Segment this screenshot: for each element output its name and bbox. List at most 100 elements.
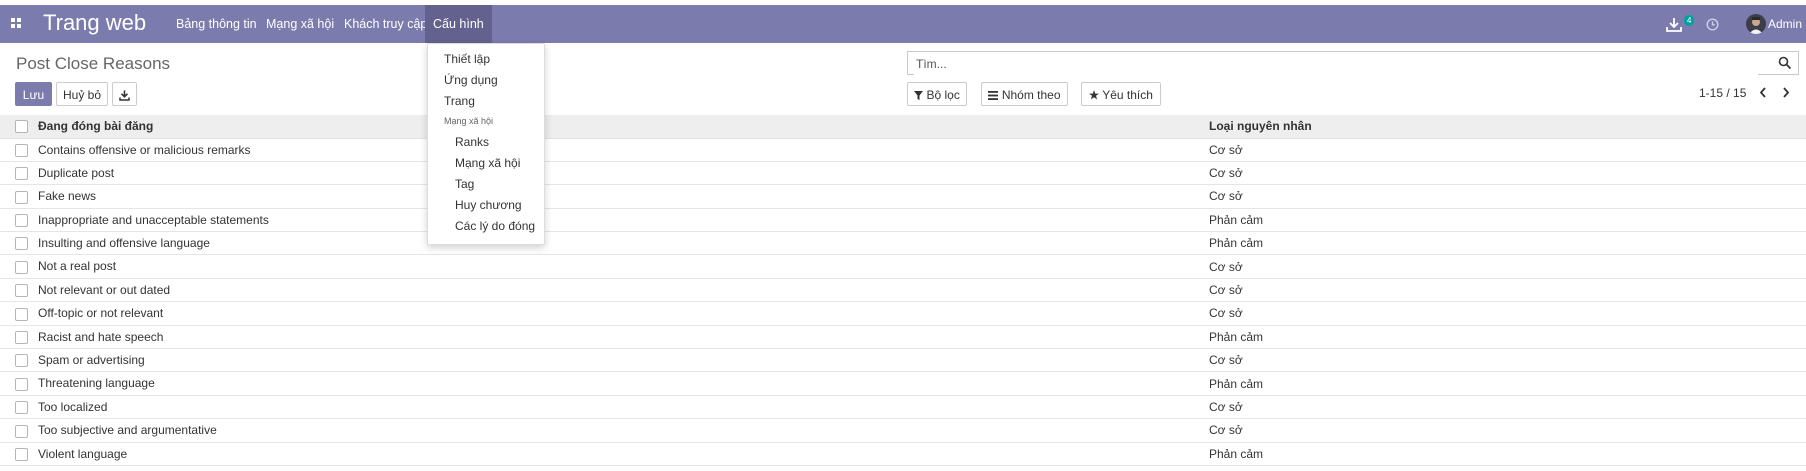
row-checkbox[interactable] [15,330,28,344]
search-input[interactable] [914,53,1758,75]
row-checkbox[interactable] [15,214,28,228]
menu-item-ranks[interactable]: Ranks [455,135,489,149]
activity-clock-icon[interactable] [1706,18,1719,31]
row-reason-type: Cơ sở [1209,189,1243,204]
row-reason-type: Cơ sở [1209,353,1243,368]
cell-name[interactable]: Fake news [0,184,1203,209]
cell-reason-type[interactable]: Cơ sở [1203,184,1806,209]
row-checkbox[interactable] [15,260,28,274]
row-checkbox[interactable] [15,143,28,157]
search-icon[interactable] [1778,56,1792,70]
discard-button[interactable]: Huỷ bỏ [56,82,108,106]
menu-social[interactable]: Mạng xã hội [258,5,342,43]
menu-item-close-reasons[interactable]: Các lý do đóng [455,219,535,233]
table-row[interactable]: Contains offensive or malicious remarks C… [0,138,1806,162]
menu-item-pages[interactable]: Trang [444,94,475,108]
table-row[interactable]: Off-topic or not relevant Cơ sở [0,301,1806,326]
cell-reason-type[interactable]: Phản cảm [1203,442,1806,466]
cell-name[interactable]: Contains offensive or malicious remarks [0,138,1203,162]
cell-reason-type[interactable]: Cơ sở [1203,278,1806,303]
table-row[interactable]: Too subjective and argumentative Cơ sở [0,418,1806,443]
cell-name[interactable]: Not relevant or out dated [0,278,1203,303]
menu-configuration[interactable]: Cấu hình [425,5,492,43]
table-row[interactable]: Not relevant or out dated Cơ sở [0,278,1806,303]
cell-name[interactable]: Racist and hate speech [0,325,1203,350]
cell-name[interactable]: Violent language [0,442,1203,466]
apps-grid-icon[interactable] [11,18,22,29]
table-row[interactable]: Violent language Phản cảm [0,442,1806,466]
row-checkbox[interactable] [15,377,28,391]
previous-page-icon[interactable] [1759,87,1767,98]
cell-name[interactable]: Off-topic or not relevant [0,301,1203,326]
cell-reason-type[interactable]: Cơ sở [1203,254,1806,279]
download-count-badge: 4 [1684,15,1695,26]
save-button[interactable]: Lưu [15,82,52,106]
table-row[interactable]: Not a real post Cơ sở [0,254,1806,279]
column-header-reason-type[interactable]: Loại nguyên nhân [1203,115,1806,139]
menu-item-tags[interactable]: Tag [455,177,474,191]
cell-name[interactable]: Inappropriate and unacceptable statement… [0,208,1203,233]
download-icon [119,90,130,102]
cell-reason-type[interactable]: Phản cảm [1203,325,1806,350]
user-name[interactable]: Admin [1768,17,1802,31]
row-checkbox[interactable] [15,190,28,204]
pager-value[interactable]: 1-15 / 15 [1699,86,1746,100]
search-box[interactable] [907,51,1799,75]
group-by-label: Nhóm theo [1001,88,1061,102]
table-row[interactable]: Inappropriate and unacceptable statement… [0,208,1806,233]
configuration-dropdown: Thiết lập Ứng dụng Trang Mạng xã hội Ran… [427,43,545,245]
menu-item-social[interactable]: Mạng xã hội [455,156,520,170]
cell-reason-type[interactable]: Cơ sở [1203,395,1806,420]
cell-name[interactable]: Insulting and offensive language [0,231,1203,256]
row-checkbox[interactable] [15,167,28,181]
cell-name[interactable]: Too subjective and argumentative [0,418,1203,443]
select-all-checkbox[interactable] [15,120,28,134]
row-checkbox[interactable] [15,401,28,415]
row-reason-type: Cơ sở [1209,306,1243,321]
cell-name[interactable]: Duplicate post [0,161,1203,186]
export-button[interactable] [112,82,137,106]
menu-item-settings[interactable]: Thiết lập [444,52,490,66]
cell-name[interactable]: Spam or advertising [0,348,1203,373]
row-name: Fake news [38,189,97,204]
cell-reason-type[interactable]: Cơ sở [1203,161,1806,186]
menu-visitors[interactable]: Khách truy cập [336,5,435,43]
cell-reason-type[interactable]: Cơ sở [1203,418,1806,443]
cell-name[interactable]: Too localized [0,395,1203,420]
row-name: Off-topic or not relevant [38,306,164,321]
cell-name[interactable]: Threatening language [0,371,1203,396]
menu-item-badges[interactable]: Huy chương [455,198,522,212]
table-row[interactable]: Racist and hate speech Phản cảm [0,325,1806,350]
app-brand[interactable]: Trang web [43,10,146,36]
table-row[interactable]: Insulting and offensive language Phản cảm [0,231,1806,256]
row-checkbox[interactable] [15,424,28,438]
row-checkbox[interactable] [15,307,28,321]
cell-reason-type[interactable]: Cơ sở [1203,301,1806,326]
column-header-name[interactable]: Đang đóng bài đăng [0,115,1203,139]
table-row[interactable]: Spam or advertising Cơ sở [0,348,1806,373]
table-row[interactable]: Fake news Cơ sở [0,184,1806,209]
row-name: Spam or advertising [38,353,145,368]
row-reason-type: Phản cảm [1209,329,1264,344]
table-row[interactable]: Threatening language Phản cảm [0,371,1806,396]
cell-reason-type[interactable]: Cơ sở [1203,138,1806,162]
cell-reason-type[interactable]: Phản cảm [1203,371,1806,396]
row-checkbox[interactable] [15,237,28,251]
menu-item-apps[interactable]: Ứng dụng [444,73,498,87]
filter-button[interactable]: Bộ lọc [907,82,967,106]
menu-dashboard[interactable]: Bảng thông tin [168,5,265,43]
cell-name[interactable]: Not a real post [0,254,1203,279]
cell-reason-type[interactable]: Phản cảm [1203,231,1806,256]
row-checkbox[interactable] [15,447,28,461]
user-avatar[interactable] [1746,14,1766,34]
cell-reason-type[interactable]: Phản cảm [1203,208,1806,233]
next-page-icon[interactable] [1782,87,1790,98]
cell-reason-type[interactable]: Cơ sở [1203,348,1806,373]
download-icon[interactable] [1665,17,1683,33]
group-by-button[interactable]: Nhóm theo [981,82,1068,106]
row-checkbox[interactable] [15,354,28,368]
table-row[interactable]: Too localized Cơ sở [0,395,1806,420]
row-checkbox[interactable] [15,284,28,298]
table-row[interactable]: Duplicate post Cơ sở [0,161,1806,186]
favorites-button[interactable]: Yêu thích [1081,82,1161,106]
